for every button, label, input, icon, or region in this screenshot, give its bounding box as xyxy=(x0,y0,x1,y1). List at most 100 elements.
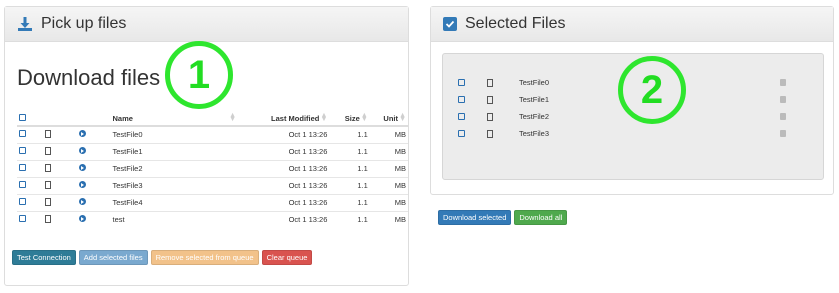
circle-arrow-right-icon[interactable] xyxy=(78,198,86,205)
row-checkbox[interactable] xyxy=(19,181,26,188)
file-unit: MB xyxy=(369,210,408,228)
file-unit: MB xyxy=(369,125,408,143)
circle-arrow-right-icon[interactable] xyxy=(78,130,86,138)
trash-icon[interactable] xyxy=(780,130,786,137)
trash-icon[interactable] xyxy=(780,96,786,103)
file-icon xyxy=(44,180,51,189)
circle-arrow-right-icon[interactable] xyxy=(78,147,86,154)
action-col-header xyxy=(76,111,111,127)
file-unit: MB xyxy=(369,159,408,177)
selected-file-name: TestFile0 xyxy=(519,78,550,87)
download-files-heading: Download files xyxy=(17,65,161,90)
table-row[interactable]: TestFile4 Oct 1 13:26 1.1 MB xyxy=(17,193,408,211)
row-checkbox[interactable] xyxy=(19,147,26,154)
selected-files-heading: Selected Files xyxy=(431,7,833,42)
file-icon xyxy=(44,214,51,223)
checkbox-checked-icon xyxy=(443,17,457,31)
unit-col-header[interactable]: Unit ▲ ▼ xyxy=(369,111,408,127)
sort-icon: ▲ ▼ xyxy=(360,112,368,123)
table-row[interactable]: TestFile0 Oct 1 13:26 1.1 MB xyxy=(17,125,408,143)
file-size: 1.1 xyxy=(329,193,370,211)
trash-icon[interactable] xyxy=(780,79,786,86)
selected-file-name: TestFile1 xyxy=(519,95,550,104)
file-unit: MB xyxy=(369,176,408,194)
files-table: Name ▲ ▼ Last Modified ▲ ▼ Size ▲ ▼ Unit ▲ ▼ Tes… xyxy=(17,111,408,228)
file-size: 1.1 xyxy=(329,176,370,194)
file-size: 1.1 xyxy=(329,125,370,143)
file-icon xyxy=(44,197,51,206)
add-selected-files-button[interactable]: Add selected files xyxy=(78,250,148,265)
file-name: test xyxy=(110,210,238,228)
table-row[interactable]: TestFile3 Oct 1 13:26 1.1 MB xyxy=(17,176,408,194)
pickup-panel-title: Pick up files xyxy=(41,15,127,32)
circle-arrow-right-icon[interactable] xyxy=(78,164,86,171)
annotation-marker-2: 2 xyxy=(618,56,686,124)
file-icon xyxy=(44,146,51,155)
files-table-header: Name ▲ ▼ Last Modified ▲ ▼ Size ▲ ▼ Unit ▲ ▼ xyxy=(17,111,408,127)
file-modified: Oct 1 13:26 xyxy=(238,159,330,177)
file-icon xyxy=(487,112,493,121)
sort-icon: ▲ ▼ xyxy=(229,112,236,123)
download-all-button[interactable]: Download all xyxy=(514,210,568,225)
selected-files-title: Selected Files xyxy=(465,15,566,32)
clear-queue-button[interactable]: Clear queue xyxy=(261,250,313,265)
table-row[interactable]: TestFile1 Oct 1 13:26 1.1 MB xyxy=(17,142,408,160)
row-checkbox[interactable] xyxy=(19,215,26,223)
row-checkbox[interactable] xyxy=(458,130,465,137)
file-name: TestFile3 xyxy=(110,176,238,194)
size-col-label: Size xyxy=(344,113,360,123)
selected-file-name: TestFile3 xyxy=(519,129,550,138)
name-col-label: Name xyxy=(112,113,133,123)
modified-col-header[interactable]: Last Modified ▲ ▼ xyxy=(238,111,330,127)
row-checkbox[interactable] xyxy=(458,96,465,103)
unit-col-label: Unit xyxy=(383,113,398,123)
row-checkbox[interactable] xyxy=(19,198,26,205)
sort-icon: ▲ ▼ xyxy=(320,112,328,123)
file-modified: Oct 1 13:26 xyxy=(238,125,330,143)
file-modified: Oct 1 13:26 xyxy=(238,142,330,160)
selected-file-name: TestFile2 xyxy=(519,112,550,121)
pickup-button-row: Test Connection Add selected files Remov… xyxy=(12,250,313,265)
circle-arrow-right-icon[interactable] xyxy=(78,215,86,223)
file-icon xyxy=(487,78,493,87)
file-size: 1.1 xyxy=(329,210,370,228)
pickup-panel-heading: Pick up files xyxy=(5,7,408,42)
file-icon xyxy=(487,129,493,138)
file-name: TestFile2 xyxy=(110,159,238,177)
trash-icon[interactable] xyxy=(780,113,786,120)
download-selected-button[interactable]: Download selected xyxy=(438,210,512,225)
file-unit: MB xyxy=(369,142,408,160)
annotation-marker-1: 1 xyxy=(165,41,233,109)
list-item[interactable]: TestFile3 xyxy=(455,125,815,142)
file-name: TestFile0 xyxy=(110,125,238,143)
remove-selected-button[interactable]: Remove selected from queue xyxy=(150,250,259,265)
file-modified: Oct 1 13:26 xyxy=(238,210,330,228)
row-checkbox[interactable] xyxy=(458,113,465,120)
file-size: 1.1 xyxy=(329,159,370,177)
file-name: TestFile1 xyxy=(110,142,238,160)
file-icon xyxy=(487,95,493,104)
row-checkbox[interactable] xyxy=(19,130,26,138)
circle-arrow-right-icon[interactable] xyxy=(78,181,86,188)
file-icon xyxy=(44,163,51,172)
file-name: TestFile4 xyxy=(110,193,238,211)
modified-col-label: Last Modified xyxy=(271,113,320,123)
download-icon xyxy=(17,16,33,32)
row-checkbox[interactable] xyxy=(458,79,465,86)
download-button-row: Download selected Download all xyxy=(438,210,568,225)
test-connection-button[interactable]: Test Connection xyxy=(12,250,76,265)
file-col-header xyxy=(42,111,77,127)
file-unit: MB xyxy=(369,193,408,211)
table-row[interactable]: test Oct 1 13:26 1.1 MB xyxy=(17,210,408,228)
file-icon xyxy=(44,129,51,138)
file-modified: Oct 1 13:26 xyxy=(238,193,330,211)
sort-icon: ▲ ▼ xyxy=(399,112,406,123)
table-row[interactable]: TestFile2 Oct 1 13:26 1.1 MB xyxy=(17,159,408,177)
file-size: 1.1 xyxy=(329,142,370,160)
row-checkbox[interactable] xyxy=(19,164,26,171)
select-all-header[interactable] xyxy=(17,111,43,127)
size-col-header[interactable]: Size ▲ ▼ xyxy=(329,111,370,127)
select-all-checkbox[interactable] xyxy=(19,113,26,121)
name-col-header[interactable]: Name ▲ ▼ xyxy=(110,111,238,127)
file-modified: Oct 1 13:26 xyxy=(238,176,330,194)
